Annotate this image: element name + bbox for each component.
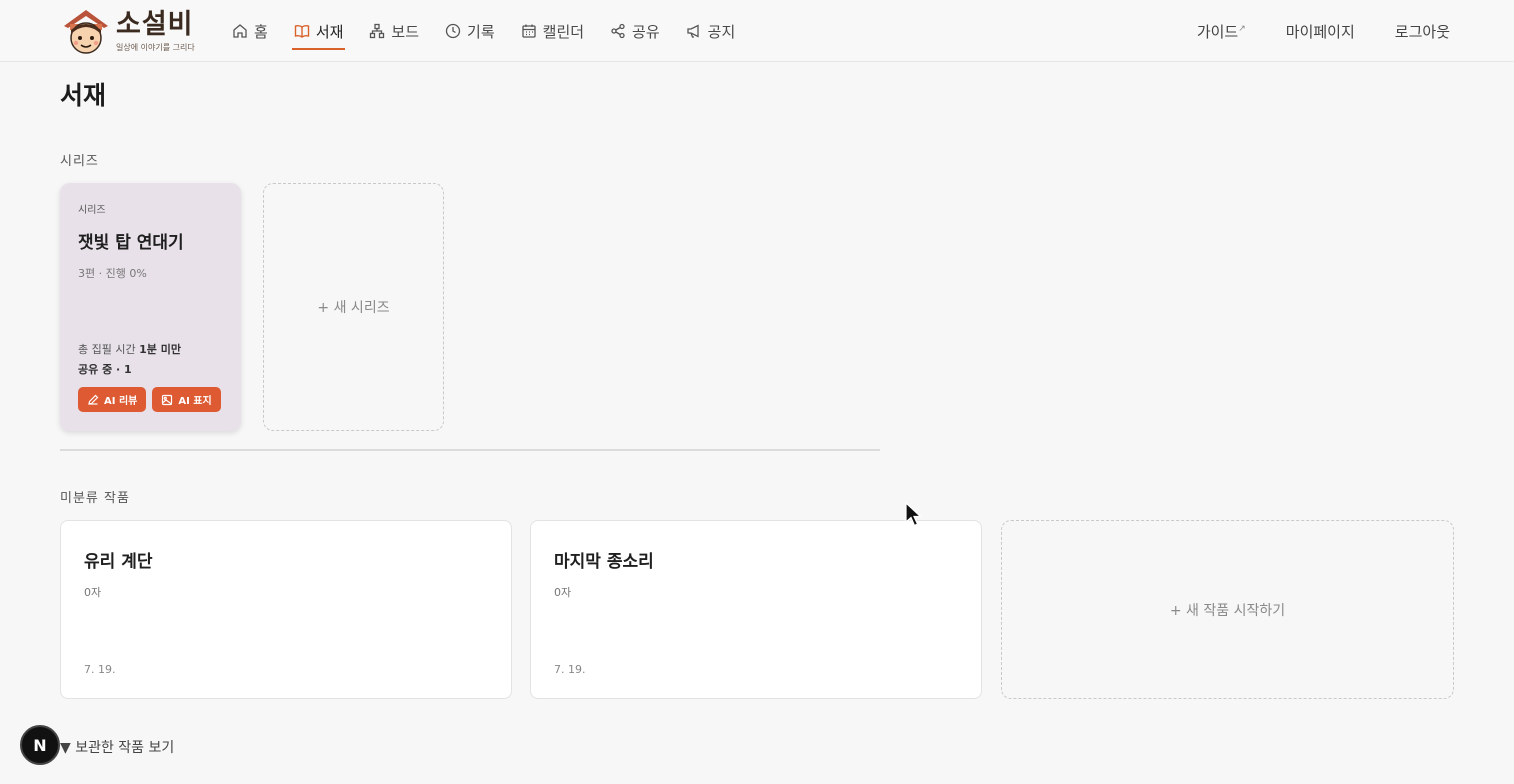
top-header: 소설비 일상에 이야기를 그리다 홈 서재 보드 기록 캘린더 공유 공지 가이… bbox=[0, 0, 1514, 62]
series-section-label: 시리즈 bbox=[60, 154, 99, 169]
series-card[interactable]: 시리즈 잿빛 탑 연대기 3편 · 진행 0% 총 집필 시간 1분 미만 공유… bbox=[60, 183, 241, 431]
series-card-tag: 시리즈 bbox=[78, 205, 106, 216]
calendar-icon bbox=[521, 24, 536, 38]
work-char-count: 0자 bbox=[554, 586, 572, 599]
logout-link[interactable]: 로그아웃 bbox=[1395, 21, 1450, 42]
work-title: 마지막 종소리 bbox=[554, 552, 654, 572]
writing-time-label: 총 집필 시간 bbox=[78, 343, 136, 356]
nav-notice[interactable]: 공지 bbox=[686, 0, 736, 62]
ai-cover-button[interactable]: AI 표지 bbox=[152, 387, 221, 412]
home-icon bbox=[233, 24, 247, 38]
series-card-title: 잿빛 탑 연대기 bbox=[78, 233, 184, 253]
nav-home[interactable]: 홈 bbox=[232, 0, 268, 62]
pencil-icon bbox=[88, 394, 99, 405]
nav-calendar-label: 캘린더 bbox=[542, 22, 585, 41]
new-work-button[interactable]: + 새 작품 시작하기 bbox=[1001, 520, 1454, 699]
work-date: 7. 19. bbox=[554, 663, 586, 676]
main-nav: 홈 서재 보드 기록 캘린더 공유 공지 bbox=[232, 0, 761, 62]
nav-history[interactable]: 기록 bbox=[445, 0, 495, 62]
image-icon bbox=[162, 394, 173, 405]
work-title: 유리 계단 bbox=[84, 552, 153, 572]
nav-notice-label: 공지 bbox=[707, 22, 736, 41]
nav-share-label: 공유 bbox=[632, 22, 660, 41]
page-title: 서재 bbox=[60, 81, 107, 110]
nav-home-label: 홈 bbox=[254, 22, 268, 41]
account-nav: 가이드↗ 마이페이지 로그아웃 bbox=[1157, 0, 1450, 62]
clock-icon bbox=[445, 23, 461, 39]
works-section-label: 미분류 작품 bbox=[60, 491, 130, 506]
series-share-status: 공유 중 · 1 bbox=[78, 363, 132, 376]
nav-library[interactable]: 서재 bbox=[291, 0, 346, 62]
nextjs-dev-badge[interactable]: N bbox=[20, 725, 60, 765]
series-card-meta: 3편 · 진행 0% bbox=[78, 267, 147, 280]
nav-calendar[interactable]: 캘린더 bbox=[521, 0, 584, 62]
work-card[interactable]: 마지막 종소리 0자 7. 19. bbox=[530, 520, 982, 699]
logo[interactable]: 소설비 일상에 이야기를 그리다 bbox=[60, 6, 200, 56]
mouse-cursor-icon bbox=[905, 502, 923, 527]
board-icon bbox=[370, 23, 385, 39]
guide-link[interactable]: 가이드↗ bbox=[1197, 21, 1246, 42]
nav-board[interactable]: 보드 bbox=[369, 0, 419, 62]
logo-subtitle: 일상에 이야기를 그리다 bbox=[116, 42, 195, 52]
mascot-logo-icon bbox=[60, 6, 112, 56]
writing-time-value: 1분 미만 bbox=[139, 343, 181, 356]
logo-title: 소설비 bbox=[116, 8, 194, 40]
nav-library-label: 서재 bbox=[315, 22, 344, 41]
external-link-icon: ↗ bbox=[1238, 23, 1246, 34]
series-ai-buttons: AI 리뷰 AI 표지 bbox=[78, 387, 227, 412]
work-date: 7. 19. bbox=[84, 663, 116, 676]
section-divider bbox=[60, 449, 880, 451]
series-writing-time: 총 집필 시간 1분 미만 bbox=[78, 341, 181, 357]
ai-review-button[interactable]: AI 리뷰 bbox=[78, 387, 147, 412]
mypage-link[interactable]: 마이페이지 bbox=[1286, 21, 1355, 42]
ai-review-label: AI 리뷰 bbox=[104, 396, 138, 407]
work-card[interactable]: 유리 계단 0자 7. 19. bbox=[60, 520, 512, 699]
share-icon bbox=[611, 23, 625, 39]
nav-share[interactable]: 공유 bbox=[610, 0, 660, 62]
megaphone-icon bbox=[687, 24, 699, 38]
archived-works-toggle[interactable]: ▼ 보관한 작품 보기 bbox=[60, 737, 174, 757]
ai-cover-label: AI 표지 bbox=[178, 396, 212, 407]
nav-history-label: 기록 bbox=[467, 22, 495, 41]
guide-label: 가이드 bbox=[1196, 22, 1239, 41]
book-icon bbox=[294, 24, 310, 38]
work-char-count: 0자 bbox=[84, 586, 102, 599]
new-series-button[interactable]: + 새 시리즈 bbox=[263, 183, 444, 431]
nav-board-label: 보드 bbox=[391, 22, 420, 41]
